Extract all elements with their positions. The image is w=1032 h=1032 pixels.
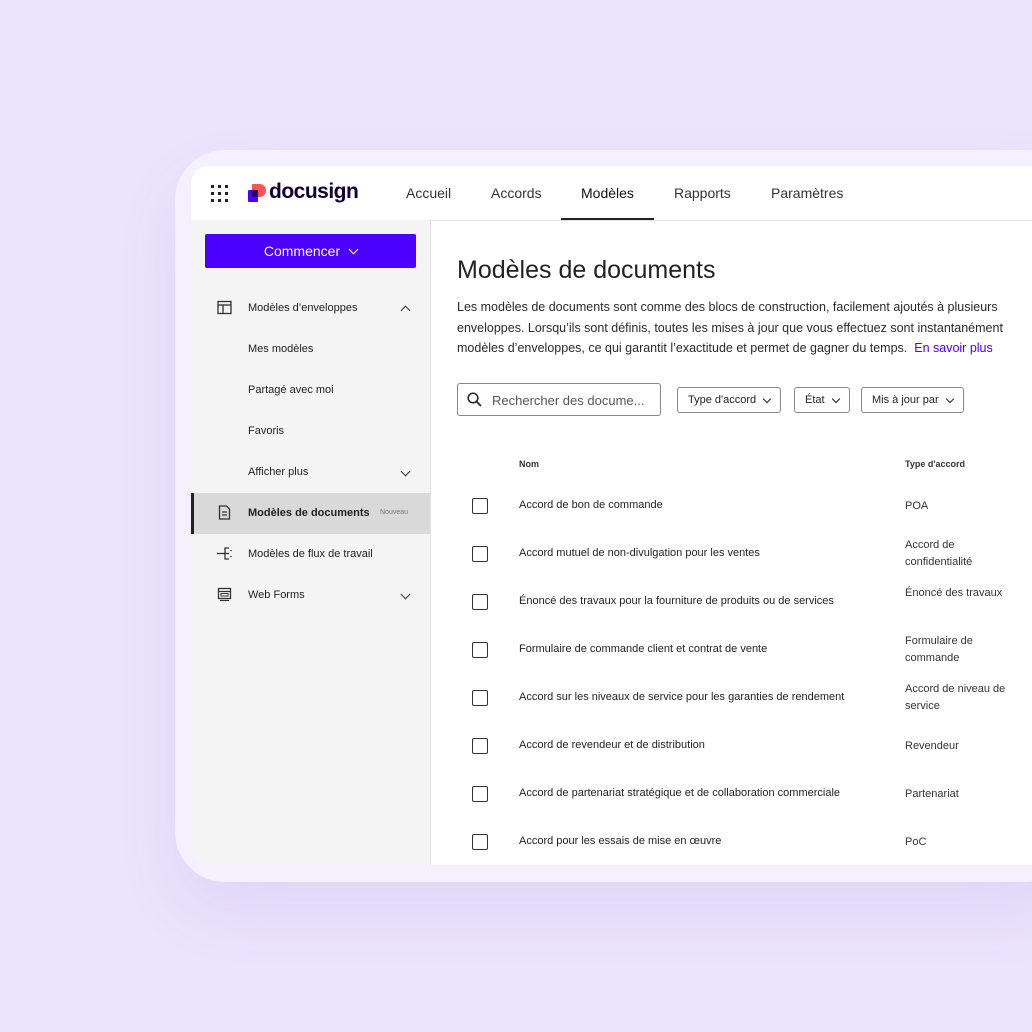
table-row[interactable]: Accord de revendeur et de distribution Re… xyxy=(457,723,1032,771)
table-row[interactable]: Accord de partenariat stratégique et de … xyxy=(457,771,1032,819)
layout-icon xyxy=(217,300,232,315)
sidebar-item-workflow-templates[interactable]: Modèles de flux de travail xyxy=(191,534,430,575)
table-row[interactable]: Énoncé des travaux pour la fourniture de… xyxy=(457,579,1032,627)
sidebar-item-label: Modèles de documents xyxy=(248,507,370,519)
row-name[interactable]: Accord sur les niveaux de service pour l… xyxy=(519,691,844,703)
logo-wordmark: docusign xyxy=(269,180,359,203)
row-type: Formulaire de commande xyxy=(905,635,973,664)
sidebar: Commencer Modèles d’enveloppes Mes modèl… xyxy=(191,220,431,865)
row-type: Accord de confidentialité xyxy=(905,539,973,568)
table-row[interactable]: Accord de bon de commande POA xyxy=(457,483,1032,531)
table-row[interactable]: Accord pour les essais de mise en œuvre P… xyxy=(457,819,1032,865)
top-nav-bar: docusign Accueil Accords Modèles Rapport… xyxy=(191,166,1032,221)
sidebar-item-label: Web Forms xyxy=(248,589,305,601)
row-checkbox[interactable] xyxy=(472,690,488,706)
filter-label: Mis à jour par xyxy=(872,394,939,406)
status-filter[interactable]: État xyxy=(794,387,850,413)
table-row[interactable]: Formulaire de commande client et contrat… xyxy=(457,627,1032,675)
sidebar-item-envelope-templates[interactable]: Modèles d’enveloppes xyxy=(191,288,430,329)
column-header-name[interactable]: Nom xyxy=(519,459,539,469)
app-grid-icon[interactable] xyxy=(211,185,228,202)
sidebar-item-label: Favoris xyxy=(248,425,285,437)
chevron-down-icon[interactable] xyxy=(400,589,411,600)
commencer-button[interactable]: Commencer xyxy=(205,234,416,268)
row-checkbox[interactable] xyxy=(472,546,488,562)
description-line: Les modèles de documents sont comme des … xyxy=(457,300,998,314)
row-name[interactable]: Accord de bon de commande xyxy=(519,499,663,511)
description-line: modèles d’enveloppes, ce qui garantit l’… xyxy=(457,341,908,355)
chevron-down-icon[interactable] xyxy=(400,466,411,477)
chevron-down-icon xyxy=(762,394,772,404)
tab-rapports[interactable]: Rapports xyxy=(674,185,731,201)
row-type: Revendeur xyxy=(905,740,959,752)
column-header-type[interactable]: Type d'accord xyxy=(905,459,965,469)
sidebar-item-show-more[interactable]: Afficher plus xyxy=(191,452,430,493)
row-checkbox[interactable] xyxy=(472,834,488,850)
webform-icon xyxy=(217,587,232,602)
description-line: enveloppes. Lorsqu’ils sont définis, tou… xyxy=(457,320,1003,335)
row-name[interactable]: Accord de partenariat stratégique et de … xyxy=(519,787,840,799)
chevron-down-icon xyxy=(348,244,359,255)
sidebar-item-label: Modèles de flux de travail xyxy=(248,548,373,560)
search-placeholder: Rechercher des docume... xyxy=(492,393,645,408)
search-input[interactable]: Rechercher des docume... xyxy=(457,383,661,416)
agreement-type-filter[interactable]: Type d'accord xyxy=(677,387,782,413)
row-type: Énoncé des travaux xyxy=(905,587,1003,599)
workflow-icon xyxy=(217,547,232,560)
new-badge: Nouveau xyxy=(380,509,409,516)
row-name[interactable]: Énoncé des travaux pour la fourniture de… xyxy=(519,595,834,607)
sidebar-item-label: Partagé avec moi xyxy=(248,384,334,396)
sidebar-item-web-forms[interactable]: Web Forms xyxy=(191,575,430,616)
row-checkbox[interactable] xyxy=(472,594,488,610)
filter-label: État xyxy=(805,394,825,406)
row-name[interactable]: Accord de revendeur et de distribution xyxy=(519,739,705,751)
row-type: Partenariat xyxy=(905,788,959,800)
tab-modeles[interactable]: Modèles xyxy=(561,185,654,220)
sidebar-item-label: Modèles d’enveloppes xyxy=(248,302,358,314)
chevron-up-icon[interactable] xyxy=(400,305,411,316)
chevron-down-icon xyxy=(831,394,840,404)
tab-accords[interactable]: Accords xyxy=(491,185,542,201)
sidebar-item-document-templates[interactable]: Modèles de documents Nouveau xyxy=(191,493,430,534)
row-checkbox[interactable] xyxy=(472,642,488,658)
row-type: POA xyxy=(905,500,929,512)
row-checkbox[interactable] xyxy=(472,498,488,514)
row-type: Accord de niveau de service xyxy=(905,683,1006,712)
sidebar-item-label: Mes modèles xyxy=(248,343,314,355)
row-name[interactable]: Accord mutuel de non-divulgation pour le… xyxy=(519,547,760,559)
table-row[interactable]: Accord mutuel de non-divulgation pour le… xyxy=(457,531,1032,579)
row-name[interactable]: Accord pour les essais de mise en œuvre xyxy=(519,835,721,847)
tab-accueil[interactable]: Accueil xyxy=(406,185,451,201)
app-window: docusign Accueil Accords Modèles Rapport… xyxy=(191,166,1032,865)
page-description: Les modèles de documents sont comme des … xyxy=(457,297,1032,359)
row-checkbox[interactable] xyxy=(472,738,488,754)
row-checkbox[interactable] xyxy=(472,786,488,802)
row-name[interactable]: Formulaire de commande client et contrat… xyxy=(519,643,767,655)
table-row[interactable]: Accord sur les niveaux de service pour l… xyxy=(457,675,1032,723)
commencer-label: Commencer xyxy=(263,243,341,259)
page-title: Modèles de documents xyxy=(457,256,716,284)
updated-by-filter[interactable]: Mis à jour par xyxy=(861,387,964,413)
docusign-logo-mark-icon xyxy=(248,184,266,202)
sidebar-item-my-templates[interactable]: Mes modèles xyxy=(191,329,430,370)
search-icon xyxy=(467,392,482,407)
chevron-down-icon xyxy=(945,394,954,404)
sidebar-item-label: Afficher plus xyxy=(248,466,309,478)
filter-label: Type d'accord xyxy=(688,394,757,406)
sidebar-item-shared-with-me[interactable]: Partagé avec moi xyxy=(191,370,430,411)
document-icon xyxy=(218,505,231,520)
tab-parametres[interactable]: Paramètres xyxy=(771,185,843,201)
sidebar-item-favorites[interactable]: Favoris xyxy=(191,411,430,452)
learn-more-link[interactable]: En savoir plus xyxy=(914,341,993,355)
row-type: PoC xyxy=(905,836,927,848)
